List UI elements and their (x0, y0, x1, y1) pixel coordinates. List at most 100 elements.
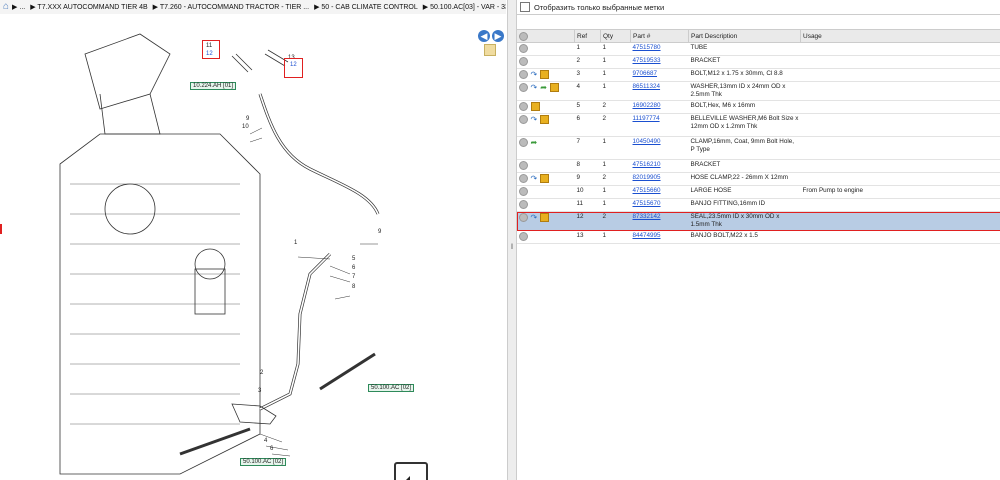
ref-label[interactable]: 6 (270, 446, 273, 452)
add-to-cart-icon[interactable] (518, 138, 528, 147)
qty-cell: 1 (600, 68, 631, 82)
table-row[interactable]: 2 1 47519533 BRACKET (516, 55, 1000, 69)
alternate-arrow-icon[interactable]: ➦ (531, 138, 538, 147)
breadcrumb-item[interactable]: ▶ ... (12, 3, 25, 11)
row-icons: ↷ ➦ (516, 81, 575, 101)
add-to-cart-icon[interactable] (518, 187, 528, 196)
table-row[interactable]: ➦ 7 1 10450490 CLAMP,16mm, Coat, 9mm Bolt Ho… (516, 136, 1000, 160)
breadcrumb-item[interactable]: ▶ 50 - CAB CLIMATE CONTROL (314, 3, 418, 11)
package-icon[interactable] (549, 83, 559, 92)
replacement-arrow-icon[interactable]: ↷ (531, 70, 538, 79)
table-row[interactable]: 5 2 16902280 BOLT,Hex, M6 x 16mm (516, 100, 1000, 114)
ref-cell: 5 (574, 100, 601, 114)
part-number-link[interactable]: 86511324 (630, 81, 689, 101)
breadcrumb-item[interactable]: ▶ T7.260 - AUTOCOMMAND TRACTOR - TIER ..… (153, 3, 309, 11)
package-icon[interactable] (540, 174, 550, 183)
part-number-link[interactable]: 11197774 (630, 113, 689, 137)
ref-label[interactable]: 9 (378, 229, 381, 235)
ref-label[interactable]: 5 (352, 256, 355, 262)
alternate-arrow-icon[interactable]: ➦ (540, 83, 547, 92)
replacement-arrow-icon[interactable]: ↷ (531, 83, 538, 92)
add-to-cart-icon[interactable] (518, 44, 528, 53)
breadcrumb-item[interactable]: ▶ T7.XXX AUTOCOMMAND TIER 4B (30, 3, 147, 11)
ref-label[interactable]: 2 (260, 370, 263, 376)
column-header[interactable]: Part Description (688, 29, 801, 43)
table-row[interactable]: ↷ 9 2 82019905 HOSE CLAMP,22 - 26mm X 12mm (516, 172, 1000, 186)
qty-cell: 1 (600, 185, 631, 199)
breadcrumb-item[interactable]: ▶ 50.100.AC[03] - VAR - 337481, 337482, … (423, 3, 506, 11)
ref-label[interactable]: 1 (294, 240, 297, 246)
table-row[interactable]: 1 1 47515780 TUBE (516, 42, 1000, 56)
table-row[interactable]: ↷ ➦ 4 1 86511324 WASHER,13mm ID x 24mm OD x 2… (516, 81, 1000, 101)
table-row[interactable]: 10 1 47515660 LARGE HOSE From Pump to engine (516, 185, 1000, 199)
ref-label[interactable]: 4 (264, 438, 267, 444)
column-header[interactable]: Ref (574, 29, 601, 43)
part-number-link[interactable]: 87332142 (630, 211, 689, 231)
part-number-link[interactable]: 16902280 (630, 100, 689, 114)
table-row[interactable]: ↷ 12 2 87332142 SEAL,23.5mm ID x 30mm OD x 1… (516, 211, 1000, 231)
add-to-cart-icon[interactable] (518, 115, 528, 124)
usage-cell (800, 198, 1000, 212)
parts-pane: Отобразить только выбранные метки Ref Qt… (516, 0, 1000, 480)
part-number-link[interactable]: 47519533 (630, 55, 689, 69)
add-to-cart-icon[interactable] (518, 102, 528, 111)
add-to-cart-icon[interactable] (518, 213, 528, 222)
ref-cell: 6 (574, 113, 601, 137)
table-row[interactable]: 11 1 47515670 BANJO FITTING,16mm ID (516, 198, 1000, 212)
table-row[interactable]: ↷ 6 2 11197774 BELLEVILLE WASHER,M6 Bolt Siz… (516, 113, 1000, 137)
part-number-link[interactable]: 10450490 (630, 136, 689, 160)
callout-link[interactable]: 50.100.AC [02] (368, 384, 415, 392)
callout-link[interactable]: 10.224.AH [01] (190, 82, 237, 90)
table-row[interactable]: 13 1 84474995 BANJO BOLT,M22 x 1.5 (516, 230, 1000, 244)
ref-cell: 7 (574, 136, 601, 160)
ref-label[interactable]: 7 (352, 274, 355, 280)
home-icon[interactable]: ⌂ (3, 2, 9, 12)
replacement-arrow-icon[interactable]: ↷ (531, 115, 538, 124)
replacement-arrow-icon[interactable]: ↷ (531, 174, 538, 183)
add-to-cart-icon[interactable] (518, 174, 528, 183)
qty-cell: 1 (600, 159, 631, 173)
return-button[interactable] (394, 462, 428, 480)
usage-cell (800, 100, 1000, 114)
ref-label[interactable]: 8 (352, 284, 355, 290)
description-cell: LARGE HOSE (688, 185, 801, 199)
splitter-handle-icon[interactable]: ‖ (509, 244, 515, 254)
add-to-cart-icon[interactable] (518, 161, 528, 170)
row-icons (516, 198, 575, 212)
ref-label[interactable]: 3 (258, 388, 261, 394)
part-number-link[interactable]: 47515670 (630, 198, 689, 212)
add-to-cart-icon[interactable] (518, 83, 528, 92)
replacement-arrow-icon[interactable]: ↷ (531, 213, 538, 222)
qty-cell: 1 (600, 136, 631, 160)
add-to-cart-icon[interactable] (518, 232, 528, 241)
table-row[interactable]: 8 1 47516210 BRACKET (516, 159, 1000, 173)
add-to-cart-icon[interactable] (518, 57, 528, 66)
ref-label[interactable]: 6 (352, 265, 355, 271)
part-number-link[interactable]: 82019905 (630, 172, 689, 186)
description-cell: TUBE (688, 42, 801, 56)
package-icon[interactable] (540, 213, 550, 222)
part-number-link[interactable]: 9706687 (630, 68, 689, 82)
show-selected-checkbox[interactable] (520, 2, 530, 12)
table-row[interactable]: ↷ 3 1 9706687 BOLT,M12 x 1.75 x 30mm, Cl 8.8 (516, 68, 1000, 82)
callout-link[interactable]: 50.100.AC [02] (240, 458, 287, 466)
qty-cell: 2 (600, 100, 631, 114)
column-header[interactable]: Qty (600, 29, 631, 43)
column-header[interactable] (516, 29, 575, 43)
package-icon[interactable] (540, 70, 550, 79)
row-icons (516, 55, 575, 69)
part-number-link[interactable]: 47515660 (630, 185, 689, 199)
add-to-cart-icon[interactable] (518, 200, 528, 209)
column-header[interactable]: Part # (630, 29, 689, 43)
add-to-cart-icon[interactable] (518, 70, 528, 79)
part-number-link[interactable]: 47516210 (630, 159, 689, 173)
description-cell: HOSE CLAMP,22 - 26mm X 12mm (688, 172, 801, 186)
usage-cell (800, 211, 1000, 231)
ref-label[interactable]: 10 (242, 124, 249, 130)
column-header[interactable]: Usage (800, 29, 1000, 43)
ref-label[interactable]: 9 (246, 116, 249, 122)
package-icon[interactable] (530, 102, 540, 111)
package-icon[interactable] (540, 115, 550, 124)
part-number-link[interactable]: 47515780 (630, 42, 689, 56)
part-number-link[interactable]: 84474995 (630, 230, 689, 244)
